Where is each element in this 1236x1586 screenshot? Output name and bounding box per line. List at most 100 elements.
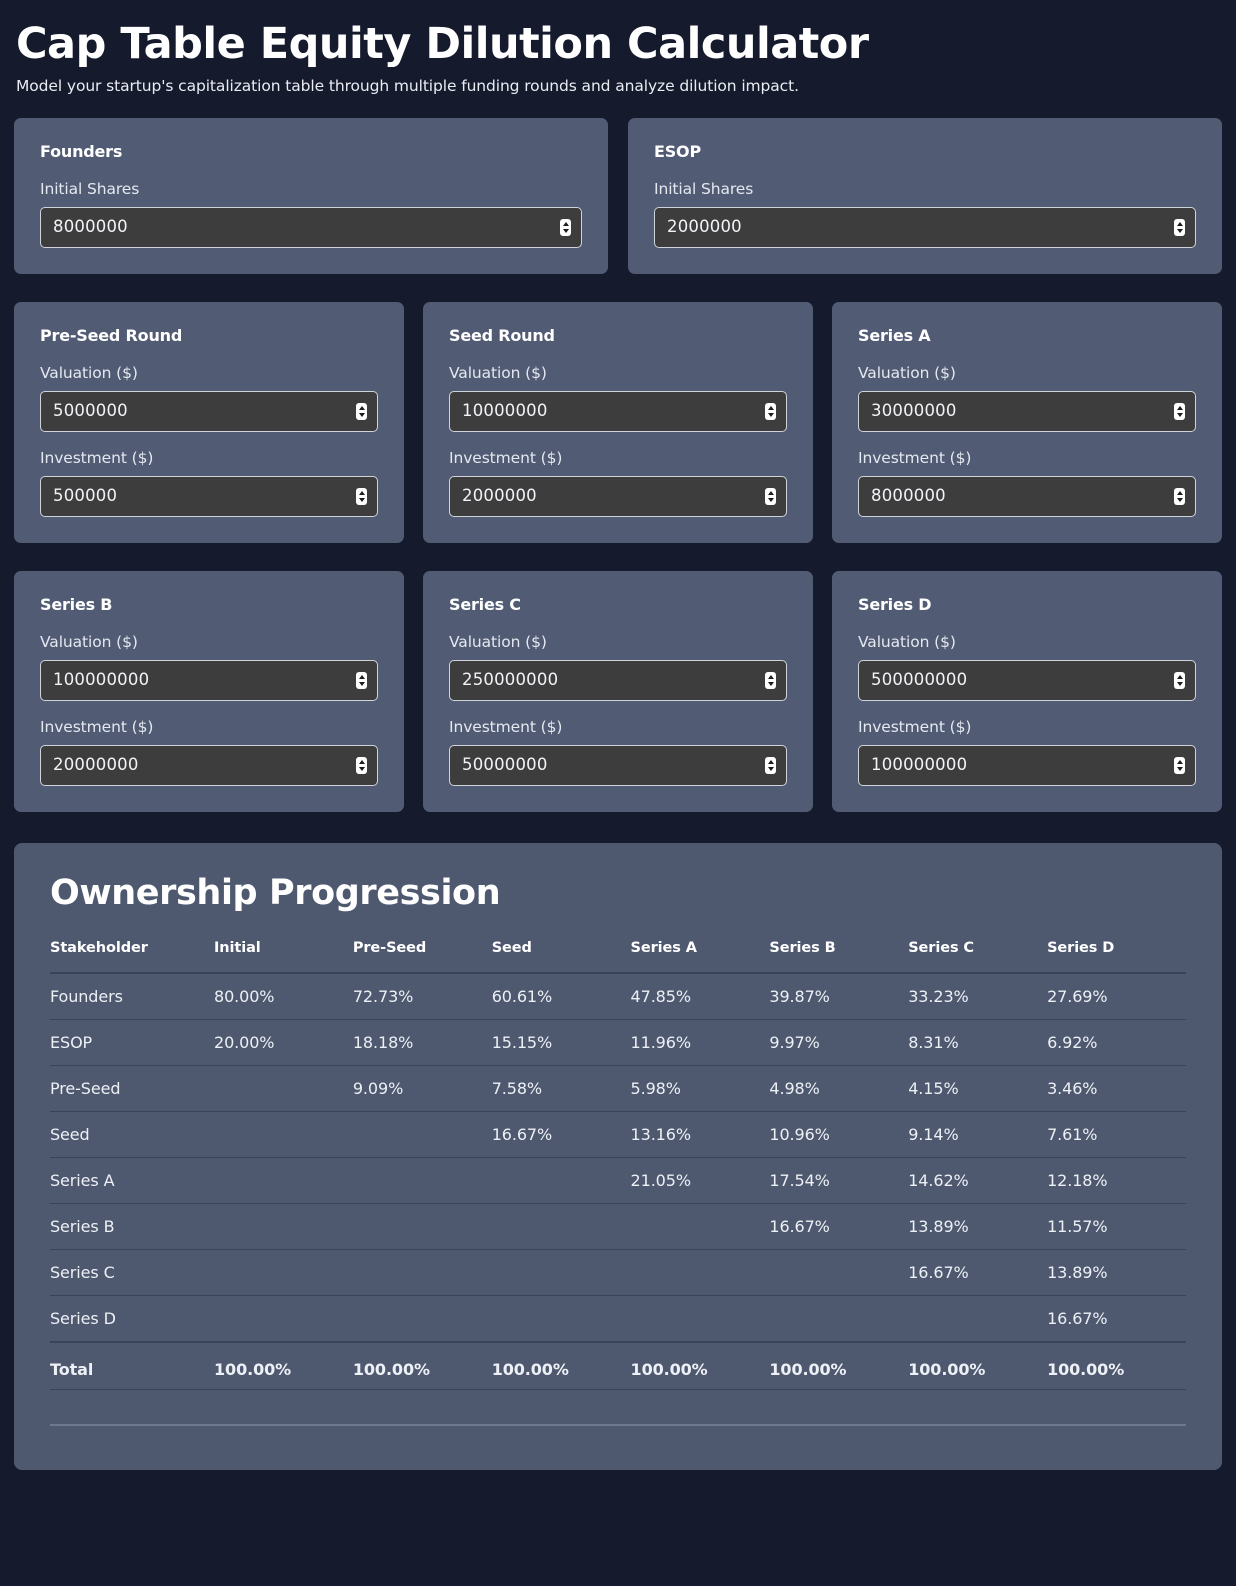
- row-cell: 11.57%: [1047, 1217, 1108, 1237]
- table-header: Stakeholder Initial Pre-Seed Seed Series A Se…: [50, 940, 1186, 974]
- row-cell: [214, 1296, 353, 1343]
- ownership-progression-panel: Ownership Progression Stakeholder Initial…: [14, 843, 1222, 1471]
- input-value: 100000000: [871, 755, 968, 775]
- row-cell: 13.16%: [630, 1125, 692, 1145]
- field-group-investment: Investment ($) 20000000: [40, 718, 378, 787]
- number-spinner-icon[interactable]: [765, 403, 776, 421]
- row-cell: 16.67%: [491, 1125, 553, 1145]
- number-spinner-icon[interactable]: [1174, 757, 1185, 775]
- table-row: Pre-Seed 9.09% 7.58% 5.98% 4.98% 4.15% 3.46%: [50, 1066, 1186, 1112]
- stakeholder-card-grid: Founders Initial Shares 8000000 ESOP Initial…: [14, 118, 1222, 275]
- number-spinner-icon[interactable]: [765, 757, 776, 775]
- table-bottom-rule: [50, 1424, 1186, 1427]
- initial-shares-input[interactable]: 2000000: [654, 207, 1196, 249]
- number-spinner-icon[interactable]: [356, 672, 367, 690]
- number-spinner-icon[interactable]: [560, 219, 571, 237]
- number-spinner-icon[interactable]: [356, 488, 367, 506]
- row-cell: [492, 1158, 631, 1204]
- field-group-valuation: Valuation ($) 5000000: [40, 364, 378, 433]
- valuation-input[interactable]: 30000000: [858, 391, 1196, 433]
- input-card-series-b: Series B Valuation ($) 100000000 Investment…: [14, 571, 404, 813]
- row-cell: 18.18%: [352, 1033, 414, 1053]
- number-spinner-icon[interactable]: [1174, 403, 1185, 421]
- row-cell: 11.96%: [630, 1033, 692, 1053]
- field-group-investment: Investment ($) 8000000: [858, 449, 1196, 518]
- row-cell: [769, 1250, 908, 1296]
- row-cell: [214, 1066, 353, 1112]
- field-group-valuation: Valuation ($) 500000000: [858, 633, 1196, 702]
- row-cell: 33.23%: [908, 987, 969, 1007]
- row-cell: [353, 1112, 492, 1158]
- input-card-series-c: Series C Valuation ($) 250000000 Investment…: [423, 571, 813, 813]
- row-cell: 47.85%: [630, 987, 692, 1007]
- column-header-series-c: Series C: [908, 940, 974, 957]
- total-cell: 100.00%: [630, 1360, 708, 1380]
- card-title: Pre-Seed Round: [40, 326, 183, 346]
- investment-input[interactable]: 100000000: [858, 745, 1196, 787]
- row-cell: 13.89%: [908, 1217, 969, 1237]
- row-label: Series A: [50, 1171, 115, 1191]
- table-row: Series D 16.67%: [50, 1296, 1186, 1343]
- row-cell: [769, 1296, 908, 1343]
- row-cell: 60.61%: [491, 987, 553, 1007]
- number-spinner-icon[interactable]: [1174, 488, 1185, 506]
- input-value: 250000000: [462, 670, 559, 690]
- row-cell: [492, 1296, 631, 1343]
- row-label: Pre-Seed: [50, 1079, 121, 1099]
- field-group-initial-shares: Initial Shares 2000000: [654, 180, 1196, 249]
- table-body: Founders 80.00% 72.73% 60.61% 47.85% 39.87% 33…: [50, 973, 1186, 1390]
- valuation-input[interactable]: 5000000: [40, 391, 378, 433]
- input-value: 30000000: [871, 401, 957, 421]
- number-spinner-icon[interactable]: [1174, 219, 1185, 237]
- valuation-input[interactable]: 10000000: [449, 391, 787, 433]
- row-label: ESOP: [50, 1033, 93, 1053]
- row-cell: [631, 1204, 770, 1250]
- input-value: 2000000: [667, 217, 742, 237]
- table-header-row: Stakeholder Initial Pre-Seed Seed Series A Se…: [50, 940, 1186, 974]
- initial-shares-input[interactable]: 8000000: [40, 207, 582, 249]
- input-card-esop: ESOP Initial Shares 2000000: [628, 118, 1222, 275]
- row-cell: 20.00%: [214, 1033, 275, 1053]
- row-cell: [908, 1296, 1047, 1343]
- field-group-investment: Investment ($) 2000000: [449, 449, 787, 518]
- number-spinner-icon[interactable]: [765, 488, 776, 506]
- row-cell: [353, 1158, 492, 1204]
- investment-input[interactable]: 500000: [40, 476, 378, 518]
- row-cell: 5.98%: [630, 1079, 681, 1099]
- field-group-valuation: Valuation ($) 100000000: [40, 633, 378, 702]
- card-title: ESOP: [654, 142, 701, 162]
- app-root: Cap Table Equity Dilution Calculator Mod…: [14, 14, 1222, 1471]
- row-label: Series D: [50, 1309, 116, 1329]
- field-group-initial-shares: Initial Shares 8000000: [40, 180, 582, 249]
- number-spinner-icon[interactable]: [356, 403, 367, 421]
- input-value: 2000000: [462, 486, 537, 506]
- valuation-input[interactable]: 100000000: [40, 660, 378, 702]
- card-title: Series C: [449, 595, 521, 615]
- number-spinner-icon[interactable]: [1174, 672, 1185, 690]
- investment-input[interactable]: 8000000: [858, 476, 1196, 518]
- valuation-input[interactable]: 250000000: [449, 660, 787, 702]
- field-group-investment: Investment ($) 500000: [40, 449, 378, 518]
- field-label: Valuation ($): [858, 364, 956, 383]
- number-spinner-icon[interactable]: [356, 757, 367, 775]
- row-cell: 16.67%: [908, 1263, 969, 1283]
- table-row: Series B 16.67% 13.89% 11.57%: [50, 1204, 1186, 1250]
- row-label: Series B: [50, 1217, 115, 1237]
- row-cell: [492, 1204, 631, 1250]
- investment-input[interactable]: 50000000: [449, 745, 787, 787]
- valuation-input[interactable]: 500000000: [858, 660, 1196, 702]
- number-spinner-icon[interactable]: [765, 672, 776, 690]
- row-cell: 16.67%: [1047, 1309, 1108, 1329]
- row-cell: 21.05%: [630, 1171, 692, 1191]
- row-cell: 4.98%: [769, 1079, 820, 1099]
- field-label: Initial Shares: [654, 180, 754, 199]
- field-label: Investment ($): [40, 718, 154, 737]
- input-value: 8000000: [53, 217, 128, 237]
- round-card-grid-row-2: Series B Valuation ($) 100000000 Investment…: [14, 571, 1222, 813]
- investment-input[interactable]: 2000000: [449, 476, 787, 518]
- field-label: Valuation ($): [449, 633, 547, 652]
- total-cell: 100.00%: [1047, 1360, 1125, 1380]
- investment-input[interactable]: 20000000: [40, 745, 378, 787]
- total-cell: 100.00%: [908, 1360, 986, 1380]
- row-cell: [492, 1250, 631, 1296]
